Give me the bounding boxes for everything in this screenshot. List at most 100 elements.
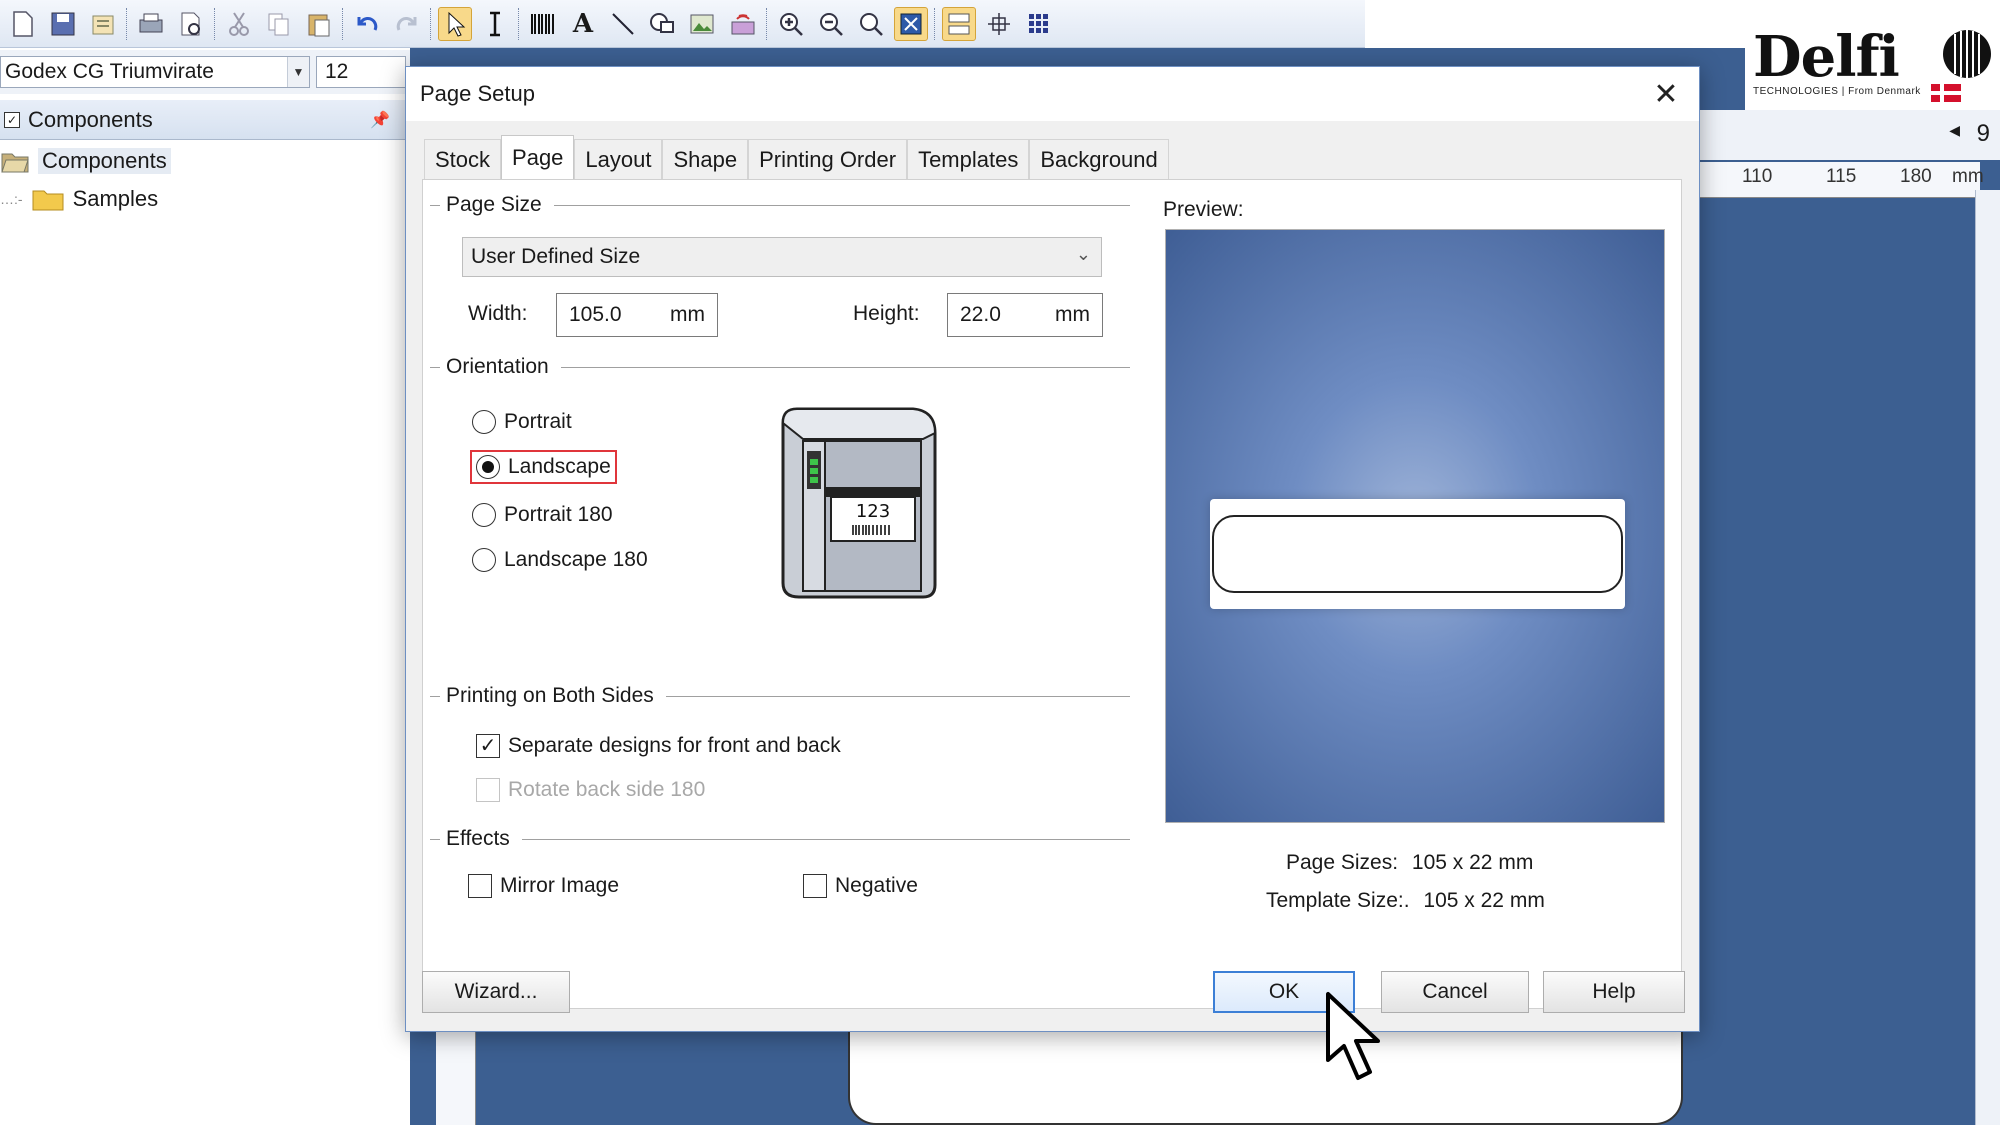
height-input[interactable]: 22.0 mm [947,293,1103,337]
negative-checkbox[interactable]: Negative [803,874,918,898]
checkbox-unchecked[interactable] [803,874,827,898]
template-size-label: Template Size:. [1266,889,1410,912]
help-button[interactable]: Help [1543,971,1685,1013]
width-value: 105.0 [569,303,622,326]
text-tool-icon[interactable]: A [566,7,600,41]
chevron-down-icon[interactable]: ⌄ [1076,244,1091,265]
zoom-out-icon[interactable] [814,7,848,41]
radio-label-landscape: Landscape [508,455,611,478]
radio-button[interactable] [472,503,496,527]
zoom-page-icon[interactable] [894,6,928,41]
page-size-selected: User Defined Size [471,245,641,268]
grid-icon[interactable] [1022,7,1056,41]
rfid-tool-icon[interactable] [726,7,760,41]
panel-check-icon[interactable]: ✓ [4,111,20,128]
select-pointer-icon[interactable] [438,6,472,41]
save-icon[interactable] [46,7,80,41]
separate-designs-checkbox[interactable]: ✓ Separate designs for front and back [476,734,841,758]
tree-item-samples[interactable]: …:- Samples [0,186,158,212]
orientation-group: Orientation [430,355,1130,379]
width-label: Width: [468,302,528,325]
printer-display-text: 123 [856,501,890,522]
zoom-in-icon[interactable] [774,7,808,41]
height-unit: mm [1055,303,1090,326]
checkbox-checked[interactable]: ✓ [476,734,500,758]
toolbar-separator [934,7,936,40]
cancel-button[interactable]: Cancel [1381,971,1529,1013]
radio-button[interactable] [472,410,496,434]
ruler-tick-label: 180 [1900,166,1932,187]
radio-portrait[interactable]: Portrait [468,405,576,439]
tab-layout[interactable]: Layout [574,139,663,179]
pin-icon[interactable]: 📌 [370,110,390,130]
print-icon[interactable] [134,7,168,41]
tab-stock[interactable]: Stock [424,139,502,179]
font-size-combo[interactable]: 12 [316,56,406,88]
tab-background[interactable]: Background [1029,139,1169,179]
effects-group-label: Effects [446,827,510,850]
dialog-titlebar[interactable]: Page Setup ✕ [406,67,1699,121]
page-size-select[interactable]: User Defined Size ⌄ [462,237,1102,277]
font-size-value: 12 [325,60,349,83]
save-all-icon[interactable] [86,7,120,41]
checkbox-unchecked[interactable] [468,874,492,898]
tab-strip: Stock Page Layout Shape Printing Order T… [424,135,1169,179]
height-label: Height: [853,302,920,325]
radio-portrait-180[interactable]: Portrait 180 [468,498,617,532]
tab-templates[interactable]: Templates [907,139,1030,179]
width-input[interactable]: 105.0 mm [556,293,718,337]
new-file-icon[interactable] [6,7,40,41]
logo-tagline: TECHNOLOGIES | From Denmark [1753,86,1921,97]
label-layout-icon[interactable] [942,6,976,41]
paste-icon[interactable] [302,7,336,41]
image-tool-icon[interactable] [686,7,720,41]
undo-icon[interactable] [350,7,384,41]
shape-tool-icon[interactable] [646,7,680,41]
toolbar-separator [430,7,432,40]
text-cursor-icon[interactable] [478,7,512,41]
close-icon[interactable]: ✕ [1649,77,1683,111]
tree-item-components[interactable]: Components [0,148,171,174]
mirror-image-label: Mirror Image [500,874,620,897]
wizard-button[interactable]: Wizard... [422,971,570,1013]
page-sizes-label: Page Sizes: [1286,851,1399,874]
mouse-cursor-icon [1326,992,1380,1080]
zoom-fit-icon[interactable] [854,7,888,41]
radio-label-portrait: Portrait [504,410,572,433]
toolbar-separator [214,7,216,40]
danish-flag-icon [1931,84,1961,102]
print-preview-icon[interactable] [174,7,208,41]
folder-icon [32,190,64,211]
effects-group: Effects [430,827,1130,851]
mirror-image-checkbox[interactable]: Mirror Image [468,874,619,898]
tab-page[interactable]: Page [501,135,575,179]
printer-orientation-icon: 123 [781,407,937,599]
page-size-group: Page Size [430,193,1130,217]
scroll-left-icon[interactable]: ◀ [1949,122,1960,139]
redo-icon[interactable] [390,7,424,41]
ruler-left [436,1030,476,1125]
chevron-down-icon[interactable]: ▼ [287,57,309,87]
separate-designs-label: Separate designs for front and back [508,734,841,757]
panel-title: Components [28,106,153,132]
tab-printing-order[interactable]: Printing Order [748,139,908,179]
page-indicator: 9 [1976,120,1990,147]
line-tool-icon[interactable] [606,7,640,41]
copy-icon[interactable] [262,7,296,41]
orientation-group-label: Orientation [446,355,549,378]
tree-label-components: Components [38,148,171,174]
font-name-combo[interactable]: Godex CG Triumvirate ▼ [0,56,310,88]
radio-button-selected[interactable] [476,455,500,479]
radio-landscape[interactable]: Landscape [470,450,617,484]
dialog-title: Page Setup [420,81,535,106]
tree-connector: …:- [0,191,23,207]
right-tool-strip [1975,190,2000,1125]
cut-icon[interactable] [222,7,256,41]
barcode-icon[interactable] [526,7,560,41]
preview-label-shape [1210,499,1625,609]
radio-landscape-180[interactable]: Landscape 180 [468,543,652,577]
toolbar-separator [342,7,344,40]
snap-icon[interactable] [982,7,1016,41]
radio-button[interactable] [472,548,496,572]
tab-shape[interactable]: Shape [662,139,749,179]
